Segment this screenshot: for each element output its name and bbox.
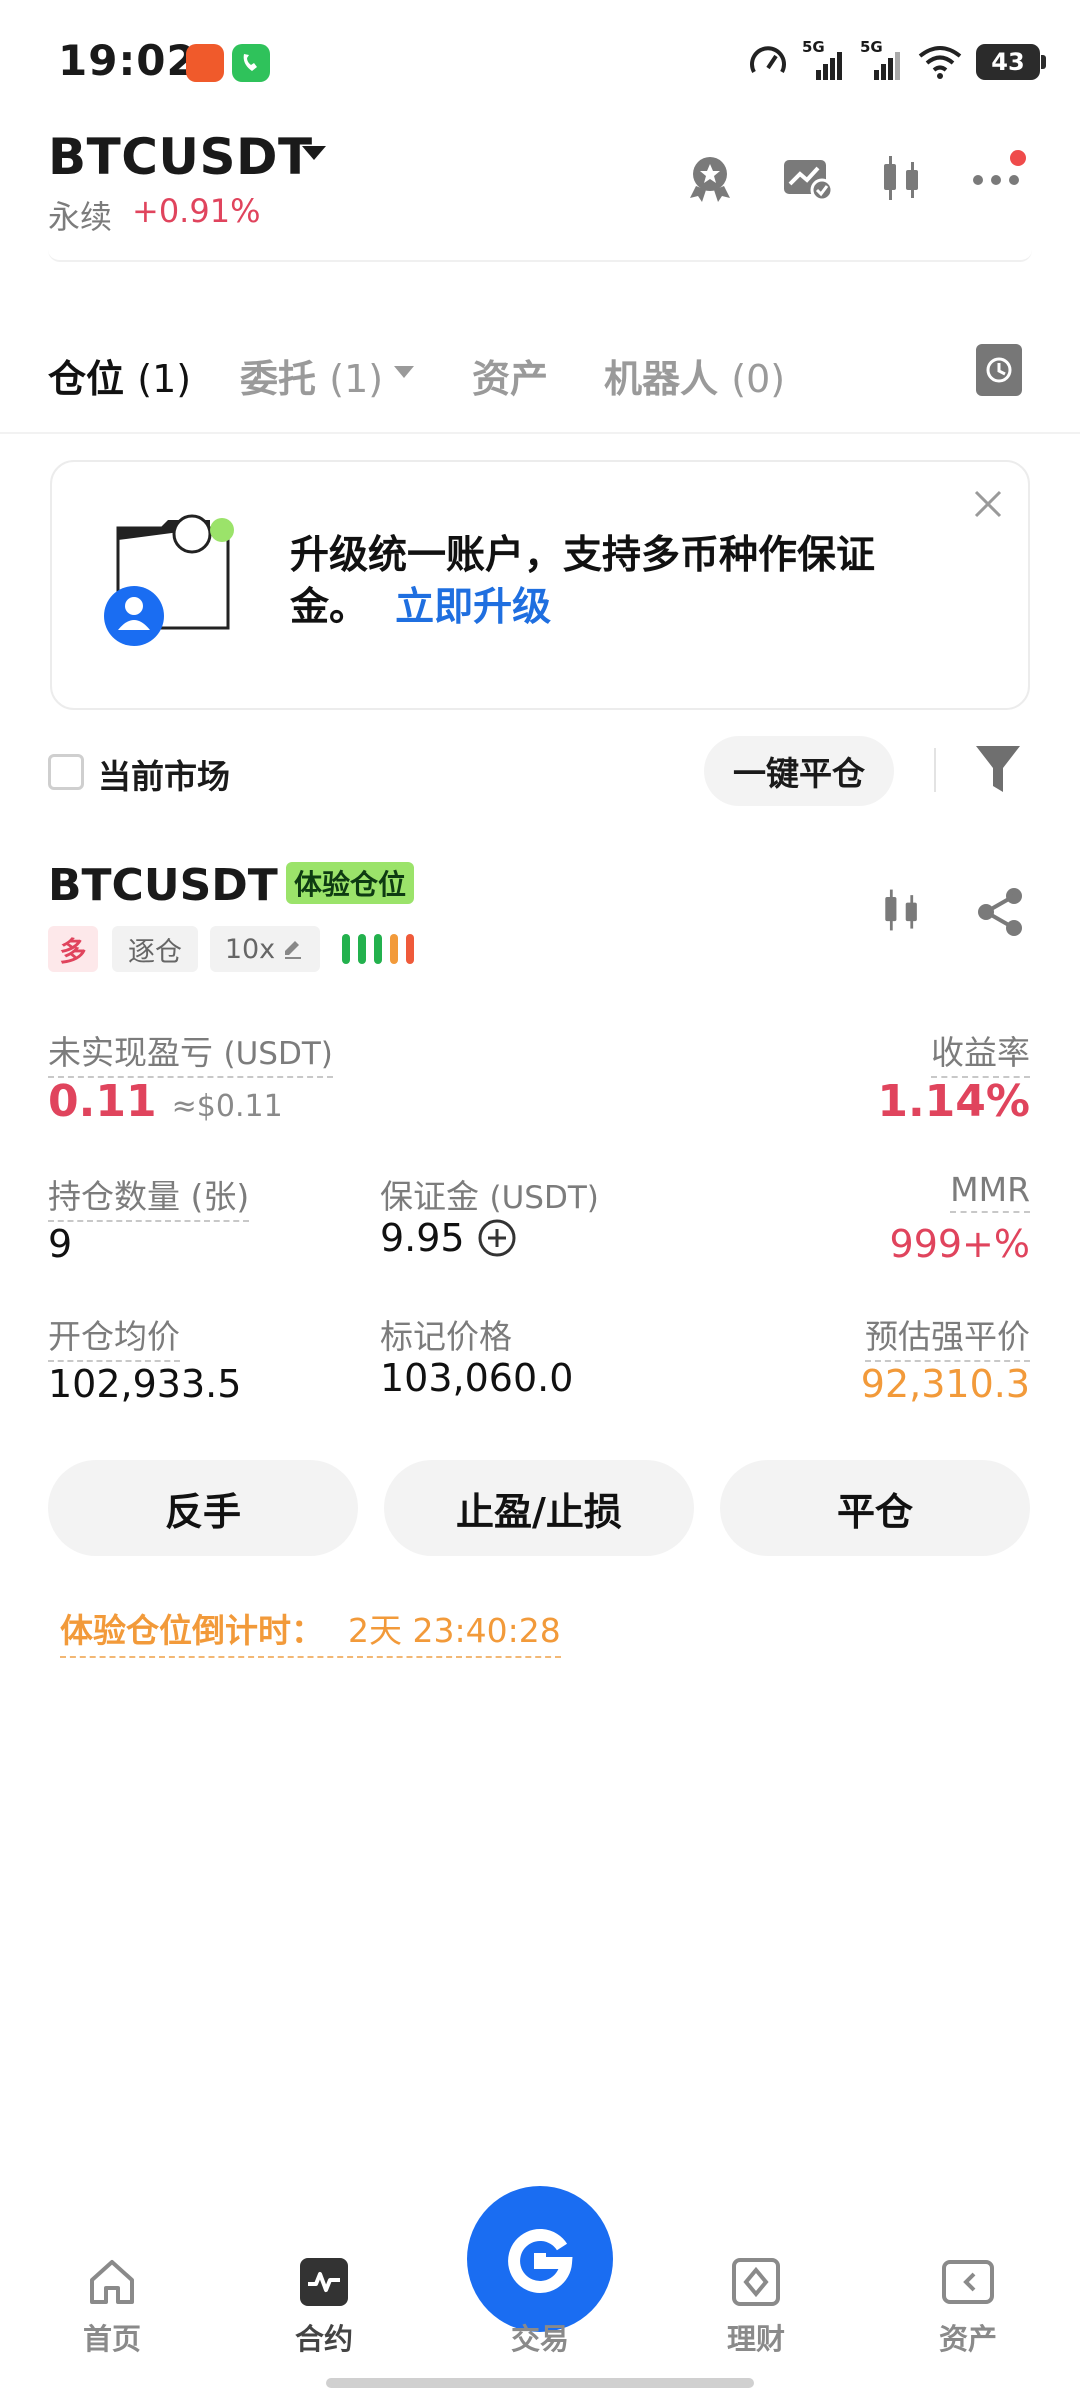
tab-positions[interactable]: 仓位 (1) bbox=[48, 348, 191, 403]
risk-bar-4 bbox=[390, 934, 398, 964]
signal-icon-1: 5G bbox=[802, 38, 846, 82]
roi-label[interactable]: 收益率 bbox=[931, 1026, 1030, 1078]
add-margin-icon[interactable] bbox=[477, 1218, 517, 1258]
wifi-icon bbox=[918, 46, 962, 79]
tab-bots[interactable]: 机器人 (0) bbox=[604, 348, 785, 403]
tab-orders-chevron-icon[interactable] bbox=[394, 366, 414, 378]
current-market-label[interactable]: 当前市场 bbox=[98, 750, 230, 798]
banner-message: 升级统一账户，支持多币种作保证金。 立即升级 bbox=[290, 533, 876, 630]
nav-futures[interactable]: 合约 bbox=[244, 2256, 404, 2358]
share-icon[interactable] bbox=[974, 886, 1026, 942]
header-card-edge bbox=[48, 250, 1032, 262]
tab-orders[interactable]: 委托 (1) bbox=[240, 348, 383, 403]
signal-icon-2: 5G bbox=[860, 38, 904, 82]
trial-position-badge: 体验仓位 bbox=[286, 862, 415, 904]
current-market-checkbox[interactable] bbox=[48, 754, 84, 790]
upgrade-illustration-icon bbox=[100, 510, 240, 654]
risk-bar-1 bbox=[342, 934, 350, 964]
filter-divider bbox=[934, 748, 936, 792]
risk-bar-5 bbox=[406, 934, 414, 964]
nav-assets[interactable]: 资产 bbox=[888, 2256, 1048, 2358]
reward-badge-icon[interactable] bbox=[682, 150, 738, 206]
chevron-down-icon[interactable] bbox=[302, 146, 326, 160]
roi-value: 1.14% bbox=[877, 1076, 1030, 1127]
margin-value-row: 9.95 bbox=[380, 1216, 517, 1260]
side-tag: 多 bbox=[48, 926, 98, 972]
candlestick-icon[interactable] bbox=[874, 150, 930, 206]
status-icons: 5G 5G 43 bbox=[748, 38, 1046, 82]
trade-icon bbox=[508, 2229, 573, 2293]
entry-price-value: 102,933.5 bbox=[48, 1362, 242, 1406]
app-notification-icon bbox=[186, 44, 224, 82]
reverse-button[interactable]: 反手 bbox=[48, 1460, 358, 1556]
risk-bar-2 bbox=[358, 934, 366, 964]
liq-price-label[interactable]: 预估强平价 bbox=[865, 1310, 1030, 1362]
close-icon[interactable] bbox=[972, 488, 1004, 524]
position-size-label[interactable]: 持仓数量 (张) bbox=[48, 1170, 250, 1222]
nav-earn[interactable]: 理财 bbox=[676, 2256, 836, 2358]
home-indicator[interactable] bbox=[326, 2378, 754, 2388]
status-time: 19:02 bbox=[58, 36, 197, 85]
price-change: +0.91% bbox=[132, 192, 261, 230]
unrealized-pnl-value: 0.11 ≈$0.11 bbox=[48, 1076, 283, 1127]
tab-assets[interactable]: 资产 bbox=[472, 348, 548, 403]
close-position-button[interactable]: 平仓 bbox=[720, 1460, 1030, 1556]
leverage-tag[interactable]: 10x bbox=[210, 926, 320, 972]
wallet-icon bbox=[942, 2260, 994, 2304]
nav-trade-label[interactable]: 交易 bbox=[460, 2316, 620, 2358]
trade-button[interactable] bbox=[467, 2186, 613, 2332]
nav-home[interactable]: 首页 bbox=[32, 2256, 192, 2358]
trial-countdown: 体验仓位倒计时： 2天 23:40:28 bbox=[60, 1604, 561, 1658]
history-doc-icon[interactable] bbox=[976, 344, 1022, 400]
mark-price-label: 标记价格 bbox=[380, 1317, 512, 1356]
unrealized-pnl-label[interactable]: 未实现盈亏 (USDT) bbox=[48, 1026, 333, 1078]
contract-type: 永续 bbox=[48, 198, 113, 236]
margin-mode-tag: 逐仓 bbox=[112, 926, 198, 972]
tab-divider bbox=[0, 432, 1080, 434]
risk-bar-3 bbox=[374, 934, 382, 964]
close-all-button[interactable]: 一键平仓 bbox=[704, 736, 894, 806]
battery-icon: 43 bbox=[976, 44, 1046, 80]
margin-label: 保证金 (USDT) bbox=[380, 1177, 599, 1216]
liq-price-value: 92,310.3 bbox=[860, 1362, 1030, 1406]
pair-selector[interactable]: BTCUSDT bbox=[48, 128, 313, 186]
earn-icon bbox=[732, 2258, 780, 2306]
mmr-value: 999+% bbox=[889, 1222, 1030, 1266]
notification-dot bbox=[1010, 150, 1026, 166]
edit-icon bbox=[285, 941, 302, 959]
tpsl-button[interactable]: 止盈/止损 bbox=[384, 1460, 694, 1556]
home-icon bbox=[90, 2260, 134, 2304]
filter-icon[interactable] bbox=[976, 746, 1020, 798]
margin-value: 9.95 bbox=[380, 1216, 465, 1260]
candlestick-icon[interactable] bbox=[876, 884, 928, 940]
entry-price-label[interactable]: 开仓均价 bbox=[48, 1310, 180, 1362]
position-symbol[interactable]: BTCUSDT bbox=[48, 860, 278, 911]
position-size-value: 9 bbox=[48, 1222, 73, 1266]
mark-price-value: 103,060.0 bbox=[380, 1356, 574, 1400]
chart-check-icon[interactable] bbox=[778, 150, 834, 206]
mmr-label[interactable]: MMR bbox=[950, 1170, 1030, 1213]
futures-icon bbox=[300, 2258, 348, 2306]
upgrade-link[interactable]: 立即升级 bbox=[395, 585, 551, 630]
speed-icon bbox=[750, 46, 786, 73]
phone-app-icon bbox=[232, 44, 270, 82]
